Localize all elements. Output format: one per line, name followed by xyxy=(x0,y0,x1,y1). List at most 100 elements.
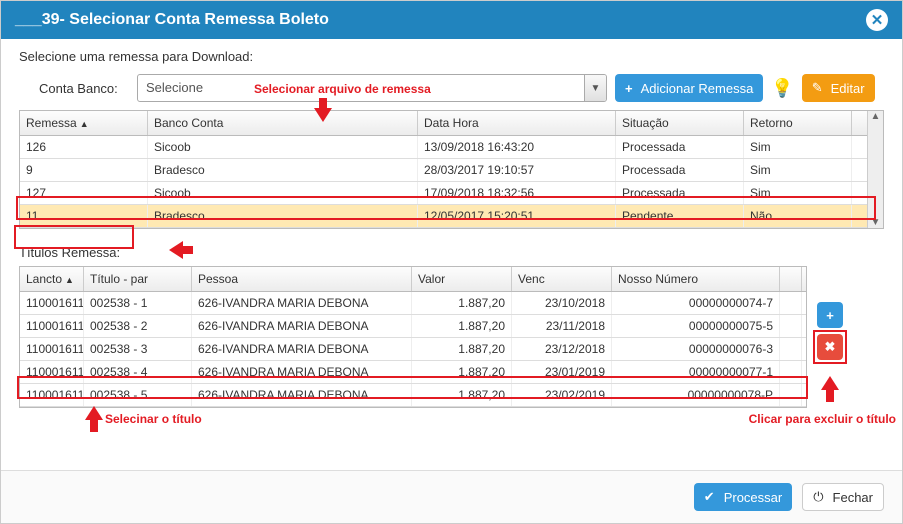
cell: Sicoob xyxy=(148,136,418,158)
cell: 002538 - 5 xyxy=(84,384,192,406)
cell: 127 xyxy=(20,182,148,204)
table-row[interactable]: 110001611002538 - 1626-IVANDRA MARIA DEB… xyxy=(20,292,806,315)
cell: 13/09/2018 16:43:20 xyxy=(418,136,616,158)
col-situacao[interactable]: Situação xyxy=(616,111,744,135)
plus-icon xyxy=(625,81,636,96)
table-row[interactable]: 9Bradesco28/03/2017 19:10:57ProcessadaSi… xyxy=(20,159,867,182)
cell: 002538 - 3 xyxy=(84,338,192,360)
table-row[interactable]: 110001611002538 - 5626-IVANDRA MARIA DEB… xyxy=(20,384,806,407)
add-remessa-button[interactable]: Adicionar Remessa xyxy=(615,74,763,102)
annotation-text-1: Selecionar arquivo de remessa xyxy=(254,82,431,96)
annotation-arrow-up-icon xyxy=(85,406,103,420)
cell: 28/03/2017 19:10:57 xyxy=(418,159,616,181)
cell: Processada xyxy=(616,182,744,204)
power-icon xyxy=(813,489,827,505)
cell: 110001611 xyxy=(20,315,84,337)
table-row[interactable]: 110001611002538 - 2626-IVANDRA MARIA DEB… xyxy=(20,315,806,338)
annotation-arrow-left-icon xyxy=(169,241,183,259)
cell: 626-IVANDRA MARIA DEBONA xyxy=(192,338,412,360)
table-row[interactable]: 127Sicoob17/09/2018 18:32:56ProcessadaSi… xyxy=(20,182,867,205)
col-venc[interactable]: Venc xyxy=(512,267,612,291)
cell: 1.887,20 xyxy=(412,338,512,360)
close-icon[interactable]: ✕ xyxy=(866,9,888,31)
cell: 23/01/2019 xyxy=(512,361,612,383)
col-titulo-par[interactable]: Título - par xyxy=(84,267,192,291)
cell: 17/09/2018 18:32:56 xyxy=(418,182,616,204)
cell: 1.887,20 xyxy=(412,361,512,383)
annotation-text-3: Clicar para excluir o título xyxy=(749,412,896,426)
cell: Sim xyxy=(744,159,852,181)
cell: 00000000078-P xyxy=(612,384,780,406)
hint-icon[interactable]: 💡 xyxy=(771,78,793,99)
cell: Processada xyxy=(616,136,744,158)
instruction-text: Selecione uma remessa para Download: xyxy=(19,49,884,64)
col-remessa[interactable]: Remessa▲ xyxy=(20,111,148,135)
cell: 126 xyxy=(20,136,148,158)
modal-body: Selecione uma remessa para Download: Con… xyxy=(1,39,902,470)
titulos-row: Lancto▲ Título - par Pessoa Valor Venc N… xyxy=(19,266,884,408)
table-row[interactable]: 11Bradesco12/05/2017 15:20:51PendenteNão xyxy=(20,205,867,228)
close-button[interactable]: Fechar xyxy=(802,483,884,511)
cell: 002538 - 2 xyxy=(84,315,192,337)
cell: 23/11/2018 xyxy=(512,315,612,337)
cell: 00000000074-7 xyxy=(612,292,780,314)
col-banco[interactable]: Banco Conta xyxy=(148,111,418,135)
cell: 1.887,20 xyxy=(412,315,512,337)
table-row[interactable]: 126Sicoob13/09/2018 16:43:20ProcessadaSi… xyxy=(20,136,867,159)
cell: 23/10/2018 xyxy=(512,292,612,314)
table-row[interactable]: 110001611002538 - 3626-IVANDRA MARIA DEB… xyxy=(20,338,806,361)
cell: Pendente xyxy=(616,205,744,227)
remessa-grid-wrap: Remessa▲ Banco Conta Data Hora Situação … xyxy=(19,110,884,229)
cell: 110001611 xyxy=(20,361,84,383)
cell: 23/02/2019 xyxy=(512,384,612,406)
chevron-down-icon: ▼ xyxy=(584,75,606,101)
cell: 9 xyxy=(20,159,148,181)
cell: Bradesco xyxy=(148,205,418,227)
annotation-arrow-down-icon xyxy=(314,108,332,122)
col-retorno[interactable]: Retorno xyxy=(744,111,852,135)
edit-button[interactable]: Editar xyxy=(802,74,875,102)
col-lancto[interactable]: Lancto▲ xyxy=(20,267,84,291)
col-nosso-numero[interactable]: Nosso Número xyxy=(612,267,780,291)
remessa-grid-body: 126Sicoob13/09/2018 16:43:20ProcessadaSi… xyxy=(20,136,867,228)
add-titulo-button[interactable]: + xyxy=(817,302,843,328)
titulos-grid-body: 110001611002538 - 1626-IVANDRA MARIA DEB… xyxy=(20,292,806,407)
check-icon xyxy=(704,489,719,505)
cell: 626-IVANDRA MARIA DEBONA xyxy=(192,292,412,314)
cell: 626-IVANDRA MARIA DEBONA xyxy=(192,315,412,337)
side-buttons: + ✖ xyxy=(817,302,843,360)
pencil-icon xyxy=(812,80,826,96)
table-row[interactable]: 110001611002538 - 4626-IVANDRA MARIA DEB… xyxy=(20,361,806,384)
col-valor[interactable]: Valor xyxy=(412,267,512,291)
cell: 1.887,20 xyxy=(412,292,512,314)
cell: 002538 - 4 xyxy=(84,361,192,383)
cell: Processada xyxy=(616,159,744,181)
modal-footer: Processar Fechar xyxy=(1,470,902,523)
cell: 110001611 xyxy=(20,292,84,314)
cell: Sicoob xyxy=(148,182,418,204)
annotation-text-2: Selecinar o título xyxy=(105,412,202,426)
modal-header: ___39- Selecionar Conta Remessa Boleto ✕ xyxy=(1,1,902,39)
scrollbar[interactable]: ▲▼ xyxy=(867,111,883,228)
titulos-title-wrap: Títulos Remessa: xyxy=(19,229,120,266)
cell: Sim xyxy=(744,182,852,204)
col-pessoa[interactable]: Pessoa xyxy=(192,267,412,291)
titulos-grid-header: Lancto▲ Título - par Pessoa Valor Venc N… xyxy=(20,267,806,292)
cell: 00000000076-3 xyxy=(612,338,780,360)
cell: Bradesco xyxy=(148,159,418,181)
cell: 110001611 xyxy=(20,338,84,360)
cell: 12/05/2017 15:20:51 xyxy=(418,205,616,227)
modal-title: ___39- Selecionar Conta Remessa Boleto xyxy=(15,11,329,29)
cell: 11 xyxy=(20,205,148,227)
delete-titulo-button[interactable]: ✖ xyxy=(817,334,843,360)
titulos-grid: Lancto▲ Título - par Pessoa Valor Venc N… xyxy=(19,266,807,408)
process-button[interactable]: Processar xyxy=(694,483,792,511)
col-datahora[interactable]: Data Hora xyxy=(418,111,616,135)
annotation-arrow-up-icon xyxy=(821,376,839,390)
cell: 002538 - 1 xyxy=(84,292,192,314)
titulos-section-title: Títulos Remessa: xyxy=(19,245,120,260)
cell: Não xyxy=(744,205,852,227)
cell: 626-IVANDRA MARIA DEBONA xyxy=(192,384,412,406)
sort-asc-icon: ▲ xyxy=(80,119,89,129)
modal-window: ___39- Selecionar Conta Remessa Boleto ✕… xyxy=(0,0,903,524)
